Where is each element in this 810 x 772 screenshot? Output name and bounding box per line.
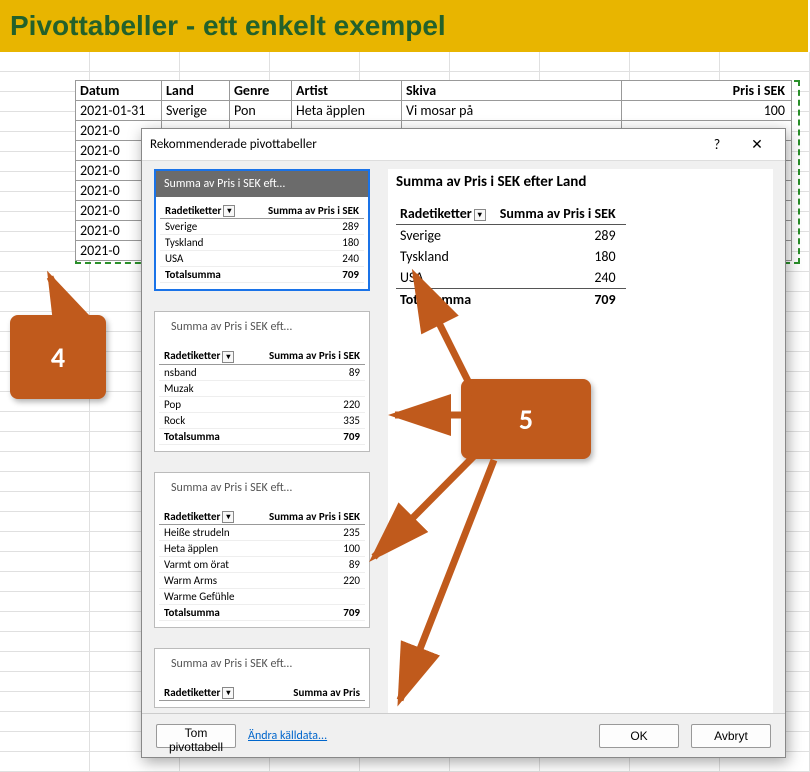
- thumb-head-rowlabels: Radetiketter▾: [159, 509, 250, 525]
- preview-head-value: Summa av Pris i SEK: [496, 203, 626, 225]
- ok-button[interactable]: OK: [599, 724, 679, 748]
- preview-title: Summa av Pris i SEK efter Land: [396, 173, 773, 191]
- dropdown-icon[interactable]: ▾: [223, 205, 235, 217]
- dropdown-icon[interactable]: ▾: [222, 351, 234, 363]
- page-title-bar: Pivottabeller - ett enkelt exempel: [0, 0, 808, 52]
- table-row[interactable]: 2021-01-31SverigePonHeta äpplenVi mosar …: [76, 101, 792, 121]
- dropdown-icon[interactable]: ▾: [474, 209, 486, 221]
- spreadsheet-area: Pivottabeller - ett enkelt exempel Datum…: [0, 0, 810, 764]
- dialog-title: Rekommenderade pivottabeller: [150, 137, 697, 152]
- dropdown-icon[interactable]: ▾: [222, 687, 234, 699]
- pivot-recommendation-thumb[interactable]: Summa av Pris i SEK eft… Radetiketter▾Su…: [154, 472, 370, 628]
- preview-head-rowlabels[interactable]: Radetiketter▾: [396, 203, 496, 225]
- dropdown-icon[interactable]: ▾: [222, 511, 234, 523]
- thumb-caption: Summa av Pris i SEK eft…: [155, 649, 369, 679]
- page-title: Pivottabeller - ett enkelt exempel: [10, 10, 446, 42]
- thumb-caption: Summa av Pris i SEK eft…: [156, 171, 368, 197]
- cancel-button[interactable]: Avbryt: [691, 724, 771, 748]
- dialog-footer: Tom pivottabell Ändra källdata... OK Avb…: [142, 713, 785, 757]
- close-button[interactable]: ✕: [737, 131, 777, 159]
- thumb-caption: Summa av Pris i SEK eft…: [155, 312, 369, 342]
- source-col-header[interactable]: Pris i SEK: [622, 81, 792, 101]
- thumb-head-rowlabels: Radetiketter▾: [160, 203, 250, 219]
- thumb-head-value: Summa av Pris i SEK: [250, 509, 365, 525]
- source-col-header[interactable]: Genre: [230, 81, 292, 101]
- recommendation-list[interactable]: Summa av Pris i SEK eft… Radetiketter▾Su…: [154, 169, 374, 713]
- preview-table: Radetiketter▾ Summa av Pris i SEK Sverig…: [396, 203, 626, 310]
- total-row: Totalsumma709: [396, 289, 626, 311]
- callout-4: 4: [10, 315, 106, 399]
- table-row: Sverige289: [396, 225, 626, 247]
- empty-pivottable-button[interactable]: Tom pivottabell: [156, 724, 236, 748]
- change-source-link[interactable]: Ändra källdata...: [248, 729, 327, 743]
- source-col-header[interactable]: Datum: [76, 81, 162, 101]
- thumb-head-value: Summa av Pris: [264, 685, 365, 701]
- thumb-head-rowlabels: Radetiketter▾: [159, 348, 250, 364]
- callout-5: 5: [461, 379, 591, 459]
- help-button[interactable]: ?: [697, 131, 737, 159]
- thumb-head-rowlabels: Radetiketter▾: [159, 685, 264, 701]
- pivot-recommendation-thumb[interactable]: Summa av Pris i SEK eft… Radetiketter▾Su…: [154, 169, 370, 291]
- pivot-recommendation-thumb[interactable]: Summa av Pris i SEK eft… Radetiketter▾Su…: [154, 648, 370, 708]
- dialog-titlebar[interactable]: Rekommenderade pivottabeller ? ✕: [142, 129, 785, 161]
- pivot-recommendation-thumb[interactable]: Summa av Pris i SEK eft… Radetiketter▾Su…: [154, 311, 370, 451]
- thumb-head-value: Summa av Pris i SEK: [250, 348, 365, 364]
- source-col-header[interactable]: Land: [162, 81, 230, 101]
- source-col-header[interactable]: Artist: [292, 81, 402, 101]
- table-row: Tyskland180: [396, 246, 626, 267]
- thumb-head-value: Summa av Pris i SEK: [250, 203, 364, 219]
- table-row: USA240: [396, 267, 626, 289]
- thumb-caption: Summa av Pris i SEK eft…: [155, 473, 369, 503]
- source-col-header[interactable]: Skiva: [402, 81, 622, 101]
